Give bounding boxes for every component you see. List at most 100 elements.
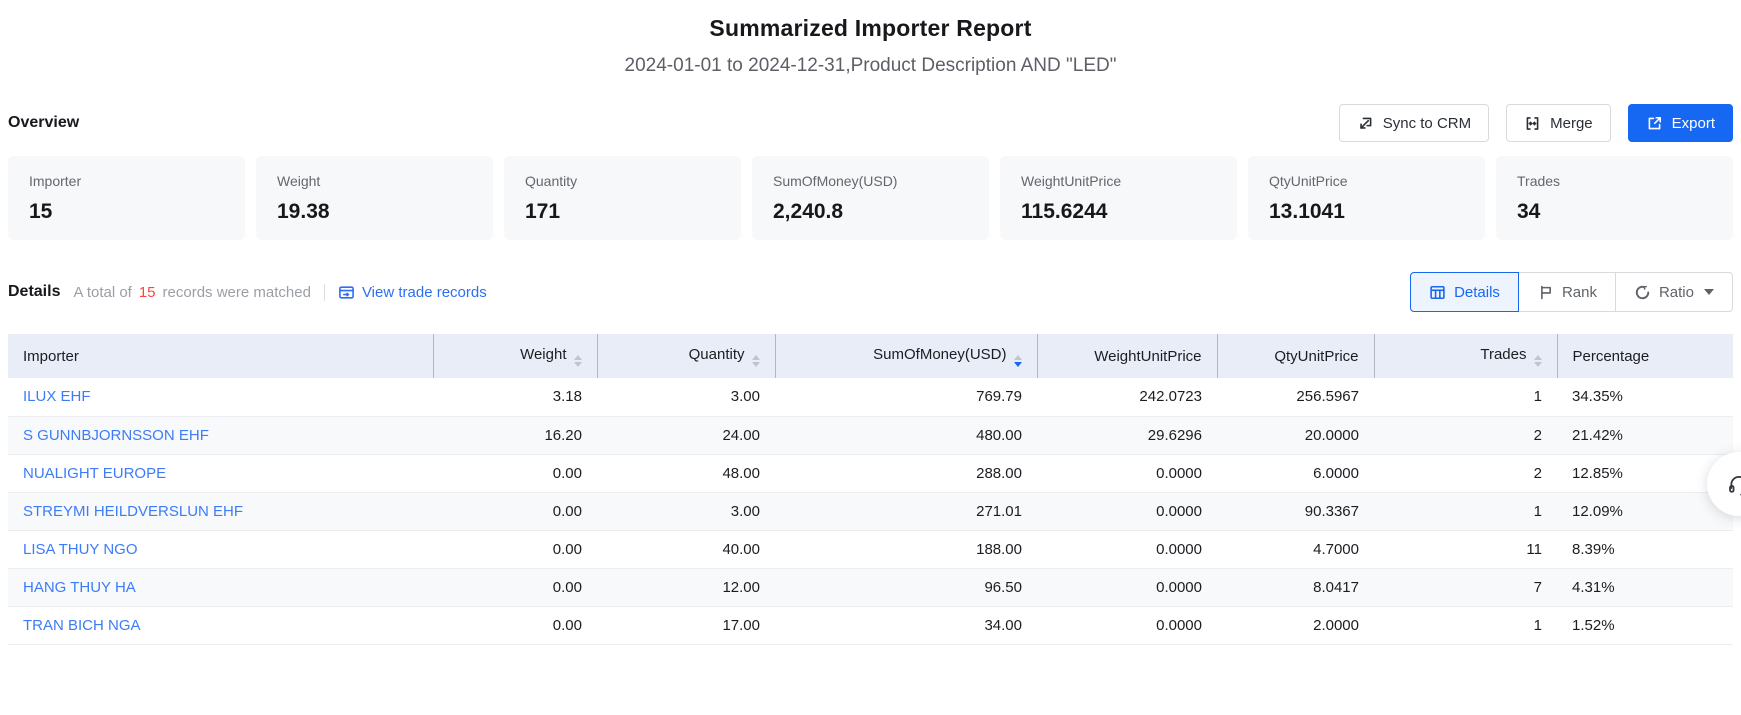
cell-percentage: 34.35% bbox=[1557, 378, 1733, 416]
stat-value: 19.38 bbox=[277, 200, 472, 224]
cell-importer: LISA THUY NGO bbox=[8, 530, 433, 568]
sort-asc-caret bbox=[574, 355, 582, 360]
merge-button[interactable]: Merge bbox=[1506, 104, 1611, 142]
merge-label: Merge bbox=[1550, 115, 1593, 132]
stat-value: 34 bbox=[1517, 200, 1712, 224]
stat-label: Quantity bbox=[525, 173, 720, 189]
export-button[interactable]: Export bbox=[1628, 104, 1733, 142]
importer-link[interactable]: HANG THUY HA bbox=[23, 579, 136, 596]
table-row: HANG THUY HA0.0012.0096.500.00008.041774… bbox=[8, 568, 1733, 606]
tab-ratio[interactable]: Ratio bbox=[1615, 272, 1733, 312]
cell-importer: ILUX EHF bbox=[8, 378, 433, 416]
sort-icon[interactable] bbox=[574, 355, 582, 367]
cell-qtyunitprice: 8.0417 bbox=[1217, 568, 1374, 606]
column-header-weightunitprice: WeightUnitPrice bbox=[1037, 334, 1217, 378]
cell-weight: 16.20 bbox=[433, 416, 597, 454]
cell-qtyunitprice: 6.0000 bbox=[1217, 454, 1374, 492]
chevron-down-icon bbox=[1704, 289, 1714, 295]
stat-value: 115.6244 bbox=[1021, 200, 1216, 224]
rank-flag-icon bbox=[1537, 284, 1554, 301]
column-label: WeightUnitPrice bbox=[1094, 348, 1201, 365]
cell-sumofmoney-usd: 96.50 bbox=[775, 568, 1037, 606]
cell-trades: 1 bbox=[1374, 378, 1557, 416]
cell-percentage: 1.52% bbox=[1557, 606, 1733, 644]
cell-quantity: 3.00 bbox=[597, 378, 775, 416]
stat-value: 2,240.8 bbox=[773, 200, 968, 224]
column-header-sumofmoney-usd[interactable]: SumOfMoney(USD) bbox=[775, 334, 1037, 378]
stat-card-weightunitprice: WeightUnitPrice115.6244 bbox=[1000, 156, 1237, 240]
cell-weightunitprice: 29.6296 bbox=[1037, 416, 1217, 454]
tab-rank[interactable]: Rank bbox=[1518, 272, 1616, 312]
importer-table: Importer WeightQuantitySumOfMoney(USD) Wei… bbox=[8, 334, 1733, 645]
importer-link[interactable]: TRAN BICH NGA bbox=[23, 617, 141, 634]
cell-trades: 11 bbox=[1374, 530, 1557, 568]
sort-desc-caret bbox=[1534, 362, 1542, 367]
cell-qtyunitprice: 4.7000 bbox=[1217, 530, 1374, 568]
sort-asc-caret bbox=[752, 355, 760, 360]
sort-asc-caret bbox=[1534, 355, 1542, 360]
sort-icon[interactable] bbox=[752, 355, 760, 367]
ratio-circle-icon bbox=[1634, 284, 1651, 301]
table-row: STREYMI HEILDVERSLUN EHF0.003.00271.010.… bbox=[8, 492, 1733, 530]
importer-link[interactable]: S GUNNBJORNSSON EHF bbox=[23, 427, 209, 444]
column-header-quantity[interactable]: Quantity bbox=[597, 334, 775, 378]
importer-link[interactable]: STREYMI HEILDVERSLUN EHF bbox=[23, 503, 243, 520]
column-header-trades[interactable]: Trades bbox=[1374, 334, 1557, 378]
page-subtitle: 2024-01-01 to 2024-12-31,Product Descrip… bbox=[0, 55, 1741, 77]
stat-card-quantity: Quantity171 bbox=[504, 156, 741, 240]
sync-to-crm-button[interactable]: Sync to CRM bbox=[1339, 104, 1489, 142]
stat-card-qtyunitprice: QtyUnitPrice13.1041 bbox=[1248, 156, 1485, 240]
cell-percentage: 21.42% bbox=[1557, 416, 1733, 454]
column-label: Importer bbox=[23, 348, 79, 365]
page-title: Summarized Importer Report bbox=[0, 15, 1741, 42]
cell-qtyunitprice: 256.5967 bbox=[1217, 378, 1374, 416]
sort-desc-caret bbox=[574, 362, 582, 367]
column-label: Percentage bbox=[1573, 348, 1650, 365]
trade-records-icon bbox=[338, 284, 355, 301]
sort-desc-caret bbox=[752, 362, 760, 367]
details-left: Details A total of15records were matched… bbox=[8, 283, 487, 301]
match-prefix: A total of bbox=[73, 284, 131, 301]
view-trade-records-label: View trade records bbox=[362, 284, 487, 301]
cell-weight: 3.18 bbox=[433, 378, 597, 416]
sort-icon[interactable] bbox=[1014, 355, 1022, 367]
cell-weightunitprice: 0.0000 bbox=[1037, 454, 1217, 492]
cell-percentage: 12.09% bbox=[1557, 492, 1733, 530]
column-label: Trades bbox=[1480, 346, 1526, 363]
table-header-row: Importer WeightQuantitySumOfMoney(USD) Wei… bbox=[8, 334, 1733, 378]
cell-percentage: 4.31% bbox=[1557, 568, 1733, 606]
stat-card-weight: Weight 19.38 bbox=[256, 156, 493, 240]
table-row: NUALIGHT EUROPE0.0048.00288.000.00006.00… bbox=[8, 454, 1733, 492]
importer-link[interactable]: NUALIGHT EUROPE bbox=[23, 465, 166, 482]
view-trade-records-link[interactable]: View trade records bbox=[338, 284, 487, 301]
match-summary: A total of 15 records were matched bbox=[73, 284, 310, 301]
cell-trades: 1 bbox=[1374, 606, 1557, 644]
stat-value: 13.1041 bbox=[1269, 200, 1464, 224]
importer-link[interactable]: ILUX EHF bbox=[23, 388, 91, 405]
cell-quantity: 12.00 bbox=[597, 568, 775, 606]
cell-importer: STREYMI HEILDVERSLUN EHF bbox=[8, 492, 433, 530]
stat-card-importer: Importer15 bbox=[8, 156, 245, 240]
cell-weight: 0.00 bbox=[433, 492, 597, 530]
cell-weight: 0.00 bbox=[433, 530, 597, 568]
cell-weight: 0.00 bbox=[433, 568, 597, 606]
details-bar: Details A total of 15 records were matched… bbox=[8, 271, 1733, 313]
sort-asc-caret bbox=[1014, 355, 1022, 360]
stat-label: SumOfMoney(USD) bbox=[773, 173, 968, 189]
match-count: 15 bbox=[139, 284, 156, 301]
cell-sumofmoney-usd: 34.00 bbox=[775, 606, 1037, 644]
cell-importer: HANG THUY HA bbox=[8, 568, 433, 606]
column-header-weight[interactable]: Weight bbox=[433, 334, 597, 378]
cell-sumofmoney-usd: 288.00 bbox=[775, 454, 1037, 492]
cell-quantity: 24.00 bbox=[597, 416, 775, 454]
importer-link[interactable]: LISA THUY NGO bbox=[23, 541, 138, 558]
tab-details[interactable]: Details bbox=[1410, 272, 1519, 312]
sort-icon[interactable] bbox=[1534, 355, 1542, 367]
view-switcher: Details Rank Ratio bbox=[1410, 272, 1733, 312]
tab-rank-label: Rank bbox=[1562, 284, 1597, 301]
match-suffix: records were matched bbox=[163, 284, 311, 301]
cell-trades: 1 bbox=[1374, 492, 1557, 530]
tab-details-label: Details bbox=[1454, 284, 1500, 301]
stat-label: Weight bbox=[277, 173, 472, 189]
overview-bar: Overview Sync to CRM Merge Export bbox=[8, 103, 1733, 143]
